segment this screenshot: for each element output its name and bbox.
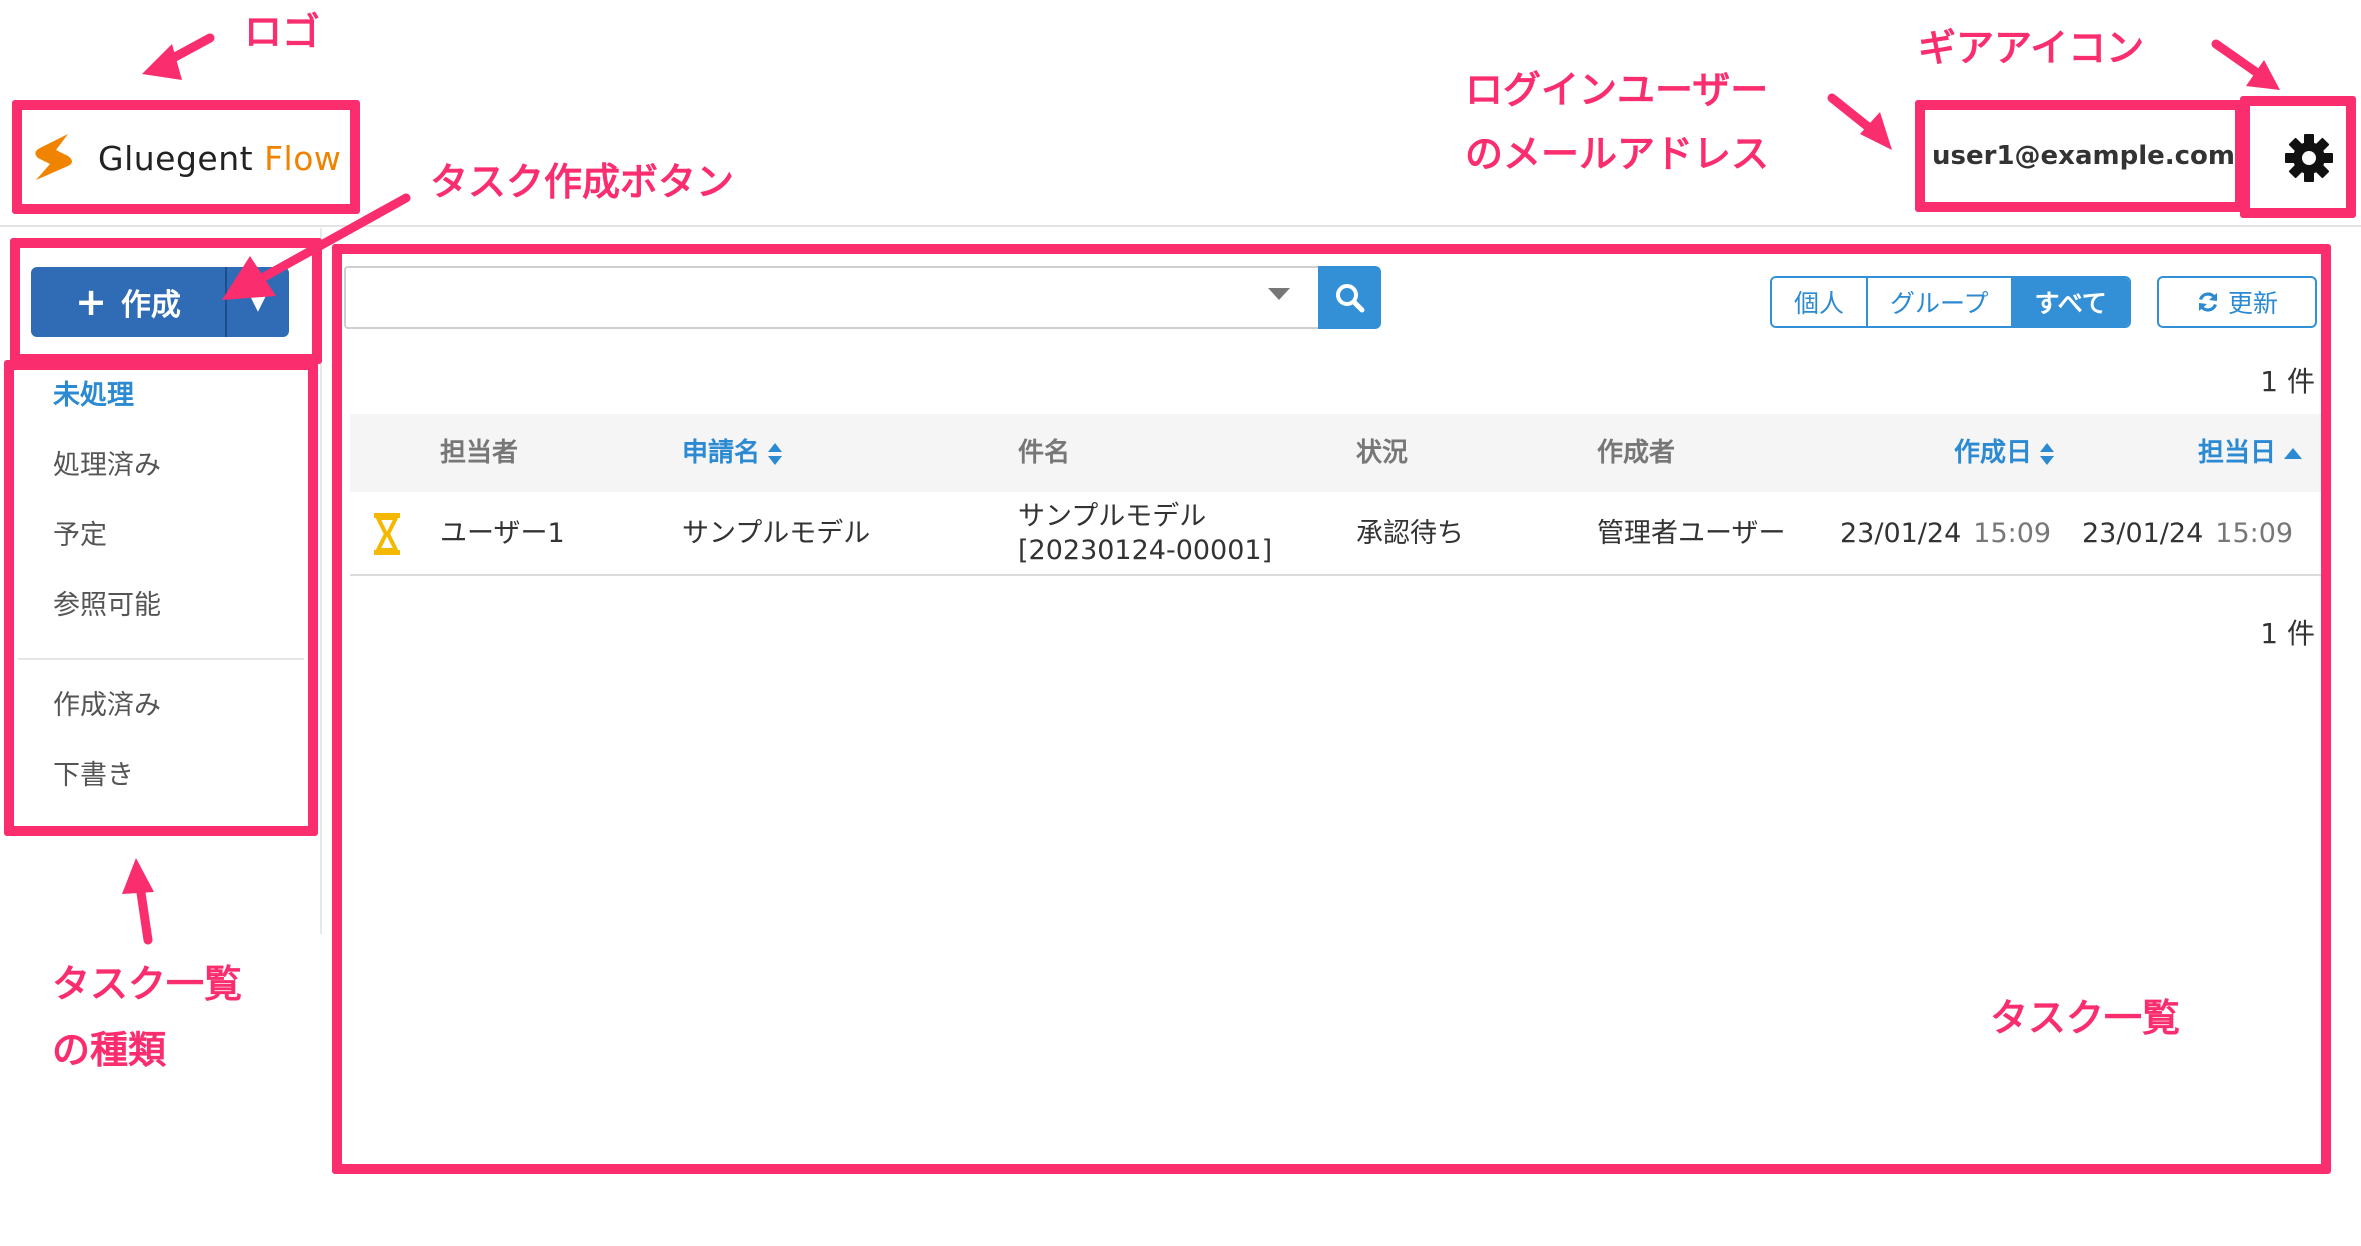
annotation-label-task-list: タスク一覧 xyxy=(1990,996,2181,1040)
annotation-label-user-email-1: ログインユーザー xyxy=(1465,68,1769,112)
arrow-to-task-types xyxy=(135,881,153,945)
annotation-box-create-button xyxy=(10,238,322,364)
arrowhead-task-types xyxy=(122,858,154,894)
annotation-label-task-types-1: タスク一覧 xyxy=(52,962,243,1006)
annotation-label-task-types-2: の種類 xyxy=(52,1028,167,1072)
arrow-to-logo xyxy=(157,33,215,69)
annotation-box-gear xyxy=(2240,96,2356,218)
arrowhead-gear xyxy=(2246,60,2280,90)
annotation-box-task-types xyxy=(4,360,318,836)
arrowhead-logo xyxy=(142,44,182,80)
annotation-label-create-button: タスク作成ボタン xyxy=(430,160,735,204)
arrow-to-gear xyxy=(2211,39,2261,77)
arrowhead-user-email xyxy=(1860,112,1892,150)
header-divider xyxy=(0,225,2361,227)
arrow-to-user-email xyxy=(1827,93,1877,135)
annotation-label-gear: ギアアイコン xyxy=(1918,26,2145,70)
annotation-box-logo xyxy=(12,100,360,214)
annotation-box-user-email xyxy=(1915,100,2245,212)
annotation-label-user-email-2: のメールアドレス xyxy=(1465,132,1770,176)
annotation-label-logo: ロゴ xyxy=(244,10,321,54)
